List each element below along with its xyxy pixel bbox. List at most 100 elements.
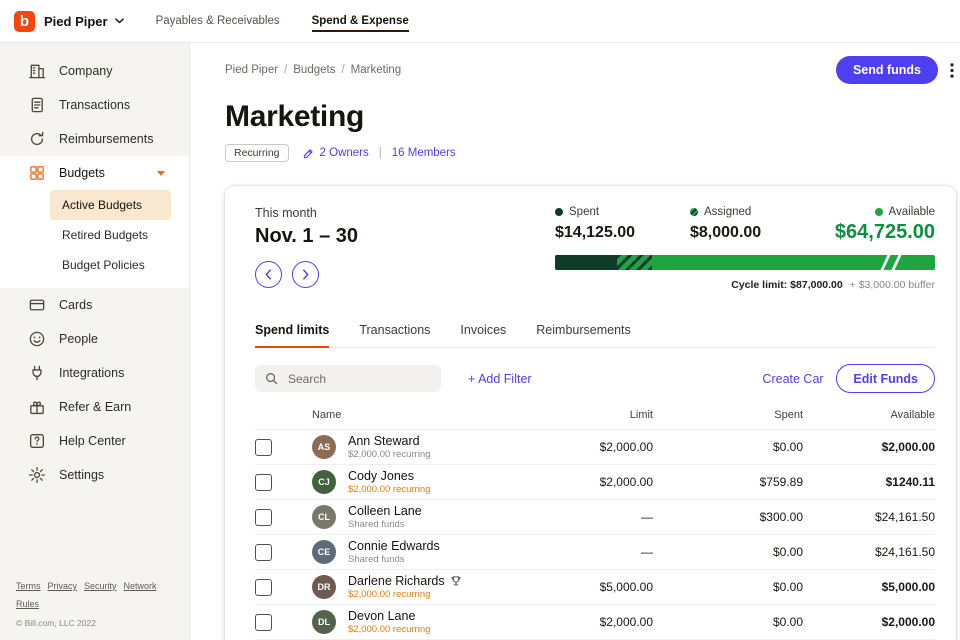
table-row[interactable]: DL Devon Lane $2,000.00 recurring $2,000.00… <box>255 605 935 640</box>
sidebar-item-label: Transactions <box>59 98 131 112</box>
cycle-buffer-text: + $3,000.00 buffer <box>849 279 935 291</box>
chevron-down-icon <box>114 18 124 24</box>
sidebar-subitem-active-budgets[interactable]: Active Budgets <box>50 190 171 220</box>
sidebar-footer: Terms Privacy Security Network Rules © Bill… <box>16 576 189 628</box>
row-spent: $0.00 <box>772 440 803 454</box>
breadcrumb-separator: / <box>341 64 345 76</box>
recurring-badge: Recurring <box>225 144 289 162</box>
budget-card: This month Nov. 1 – 30 Spent $14,125.00 <box>225 186 956 640</box>
row-name: Darlene Richards <box>348 574 462 588</box>
row-checkbox[interactable] <box>255 578 272 596</box>
org-switcher[interactable]: Pied Piper <box>44 14 124 29</box>
spend-limits-table: Name Limit Spent Available AS Ann Steward $2,… <box>255 409 935 640</box>
row-spent: $759.89 <box>759 475 803 489</box>
breadcrumb-item-pied-piper[interactable]: Pied Piper <box>225 64 278 76</box>
bar-notch <box>880 255 890 270</box>
sidebar-item-help-center[interactable]: Help Center <box>0 424 189 458</box>
row-name: Devon Lane <box>348 609 416 623</box>
row-checkbox[interactable] <box>255 508 272 526</box>
topnav-spend-expense[interactable]: Spend & Expense <box>311 15 409 32</box>
breadcrumb: Pied Piper / Budgets / Marketing <box>225 64 401 76</box>
table-row[interactable]: AS Ann Steward $2,000.00 recurring $2,000.0… <box>255 430 935 465</box>
search-box[interactable] <box>255 365 441 392</box>
row-limit: $2,000.00 <box>599 615 653 629</box>
tab-reimbursements[interactable]: Reimbursements <box>536 323 630 347</box>
sidebar-item-budgets[interactable]: Budgets <box>0 156 189 190</box>
period-label: This month <box>255 206 317 220</box>
bar-notch <box>891 255 902 270</box>
settings-icon <box>28 466 46 484</box>
spent-value: $14,125.00 <box>555 224 636 241</box>
meta-row: Recurring 2 Owners | 16 Members <box>225 144 960 162</box>
sidebar-item-label: Cards <box>59 298 93 312</box>
table-row[interactable]: DR Darlene Richards $2,000.00 recurring $5,… <box>255 570 935 605</box>
breadcrumb-item-budgets[interactable]: Budgets <box>293 64 335 76</box>
row-limit: $5,000.00 <box>599 580 653 594</box>
footer-link-security[interactable]: Security <box>84 581 117 591</box>
row-checkbox[interactable] <box>255 438 272 456</box>
row-limit: $2,000.00 <box>599 475 653 489</box>
row-checkbox[interactable] <box>255 543 272 561</box>
page-header: Pied Piper / Budgets / Marketing Send funds <box>225 56 960 84</box>
row-sublabel: $2,000.00 recurring <box>348 589 431 600</box>
assigned-stat: Assigned $8,000.00 <box>690 206 761 242</box>
topnav-payables-receivables[interactable]: Payables & Receivables <box>156 15 280 27</box>
people-icon <box>28 330 46 348</box>
help-icon <box>28 432 46 450</box>
kebab-menu-icon[interactable] <box>950 62 954 78</box>
prev-period-button[interactable] <box>255 261 282 288</box>
row-sublabel: Shared funds <box>348 519 405 530</box>
sidebar-item-settings[interactable]: Settings <box>0 458 189 492</box>
row-available: $5,000.00 <box>881 580 935 594</box>
topbar: b Pied Piper Payables & Receivables Spend… <box>0 0 960 43</box>
tab-invoices[interactable]: Invoices <box>460 323 506 347</box>
integrations-icon <box>28 364 46 382</box>
edit-funds-button[interactable]: Edit Funds <box>836 364 935 393</box>
row-name: Colleen Lane <box>348 504 422 518</box>
sidebar-item-cards[interactable]: Cards <box>0 288 189 322</box>
breadcrumb-item-marketing: Marketing <box>350 64 402 76</box>
footer-link-privacy[interactable]: Privacy <box>48 581 78 591</box>
row-available: $1240.11 <box>885 475 935 489</box>
pencil-icon[interactable] <box>303 148 314 159</box>
footer-link-terms[interactable]: Terms <box>16 581 41 591</box>
topnav-label: Spend & Expense <box>311 15 409 32</box>
sidebar-subitem-retired-budgets[interactable]: Retired Budgets <box>50 220 171 250</box>
table-row[interactable]: CJ Cody Jones $2,000.00 recurring $2,000.00… <box>255 465 935 500</box>
bar-assigned-segment <box>616 255 652 270</box>
sidebar-item-transactions[interactable]: Transactions <box>0 88 189 122</box>
period-nav <box>255 261 555 288</box>
caret-down-icon <box>157 170 165 176</box>
add-filter-button[interactable]: + Add Filter <box>468 372 532 386</box>
copyright: © Bill.com, LLC 2022 <box>16 618 96 628</box>
main: Pied Piper / Budgets / Marketing Send funds … <box>190 43 960 640</box>
table-row[interactable]: CE Connie Edwards Shared funds — $0.00 $24,16… <box>255 535 935 570</box>
create-cards-button[interactable]: Create Cards <box>762 372 824 386</box>
row-limit: $2,000.00 <box>599 440 653 454</box>
sidebar-item-refer-earn[interactable]: Refer & Earn <box>0 390 189 424</box>
send-funds-button[interactable]: Send funds <box>835 56 938 84</box>
sidebar-item-company[interactable]: Company <box>0 54 189 88</box>
trophy-icon <box>450 575 462 587</box>
search-input[interactable] <box>286 370 431 387</box>
refer-icon <box>28 398 46 416</box>
row-available: $24,161.50 <box>874 510 935 524</box>
sidebar-subitem-budget-policies[interactable]: Budget Policies <box>50 250 171 280</box>
sidebar-item-integrations[interactable]: Integrations <box>0 356 189 390</box>
owners-link[interactable]: 2 Owners <box>320 147 369 159</box>
row-sublabel: $2,000.00 recurring <box>348 624 431 635</box>
spent-stat: Spent $14,125.00 <box>555 206 690 242</box>
assigned-label: Assigned <box>704 206 752 218</box>
sidebar-item-reimbursements[interactable]: Reimbursements <box>0 122 189 156</box>
sidebar-item-people[interactable]: People <box>0 322 189 356</box>
table-row[interactable]: CL Colleen Lane Shared funds — $300.00 $24,16… <box>255 500 935 535</box>
members-link[interactable]: 16 Members <box>392 147 456 159</box>
row-checkbox[interactable] <box>255 613 272 631</box>
next-period-button[interactable] <box>292 261 319 288</box>
spent-label: Spent <box>569 206 600 218</box>
reimbursements-icon <box>28 130 46 148</box>
tab-transactions[interactable]: Transactions <box>359 323 430 347</box>
budgets-icon <box>28 164 46 182</box>
row-checkbox[interactable] <box>255 473 272 491</box>
tab-spend-limits[interactable]: Spend limits <box>255 323 330 348</box>
